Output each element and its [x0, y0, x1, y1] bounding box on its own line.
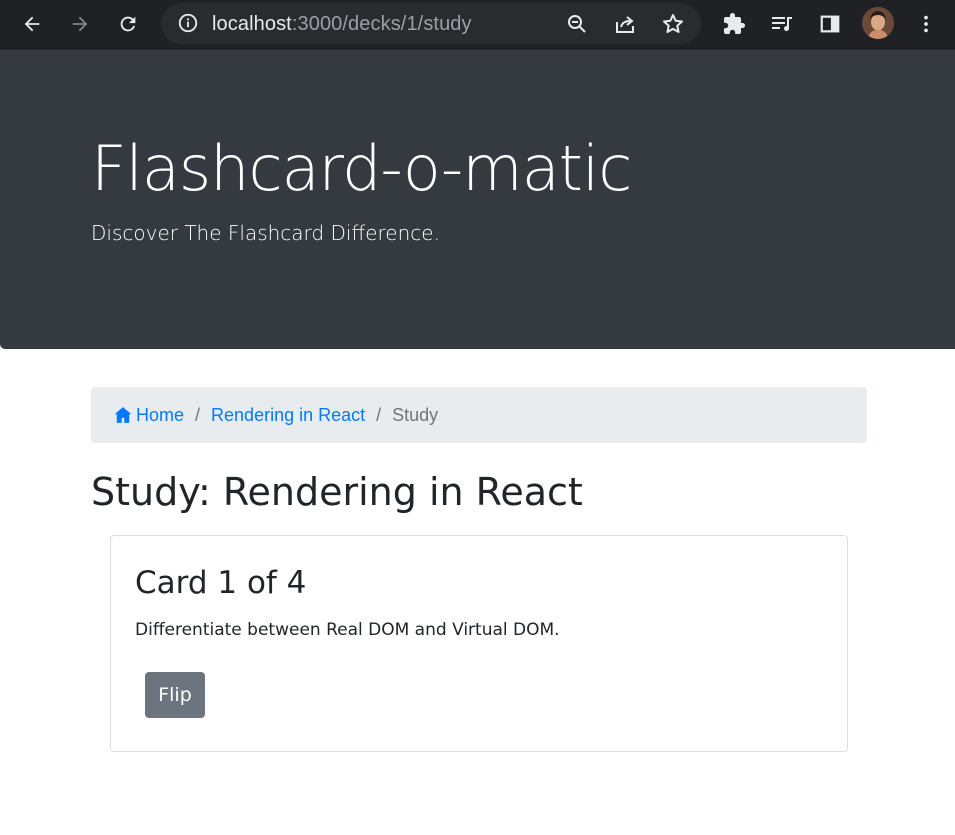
- address-bar[interactable]: localhost:3000/decks/1/study: [161, 3, 701, 44]
- breadcrumb-home-link[interactable]: Home: [113, 405, 184, 426]
- card-front-text: Differentiate between Real DOM and Virtu…: [135, 620, 560, 640]
- zoom-icon[interactable]: [565, 12, 589, 36]
- back-button[interactable]: [17, 9, 47, 39]
- breadcrumb: Home / Rendering in React / Study: [91, 387, 867, 443]
- forward-button[interactable]: [65, 9, 95, 39]
- media-control-icon: [772, 17, 792, 31]
- extensions-button[interactable]: [719, 9, 749, 39]
- app-subtitle: Discover The Flashcard Difference.: [91, 221, 440, 245]
- side-panel-button[interactable]: [815, 9, 845, 39]
- site-info-icon[interactable]: [177, 12, 199, 34]
- breadcrumb-separator: /: [376, 404, 382, 425]
- app-title: Flashcard-o-matic: [91, 132, 632, 205]
- menu-icon: [924, 15, 928, 33]
- header-jumbotron: Flashcard-o-matic Discover The Flashcard…: [0, 51, 955, 349]
- side-panel-icon: [820, 15, 840, 33]
- forward-icon: [72, 16, 88, 32]
- back-icon: [24, 16, 40, 32]
- bookmark-star-icon[interactable]: [661, 12, 685, 36]
- browser-menu-button[interactable]: [911, 9, 941, 39]
- url-text[interactable]: localhost:3000/decks/1/study: [212, 13, 472, 36]
- breadcrumb-current: Study: [392, 404, 439, 425]
- reload-button[interactable]: [113, 9, 143, 39]
- home-icon: [114, 407, 132, 423]
- breadcrumb-separator: /: [195, 404, 201, 425]
- extensions-icon: [724, 13, 745, 34]
- breadcrumb-deck-link[interactable]: Rendering in React: [211, 405, 365, 426]
- flip-button[interactable]: Flip: [145, 672, 205, 718]
- card-title: Card 1 of 4: [135, 565, 307, 601]
- browser-toolbar: localhost:3000/decks/1/study: [0, 0, 955, 51]
- profile-avatar[interactable]: [862, 7, 894, 39]
- page-title: Study: Rendering in React: [91, 470, 583, 514]
- reload-icon: [120, 16, 136, 32]
- share-icon[interactable]: [613, 12, 637, 36]
- url-host: localhost: [212, 13, 292, 35]
- url-path: :3000/decks/1/study: [291, 13, 472, 35]
- media-control-button[interactable]: [767, 9, 797, 39]
- breadcrumb-home-label: Home: [136, 404, 185, 425]
- flashcard: Card 1 of 4 Differentiate between Real D…: [110, 535, 848, 752]
- profile-photo-icon: [862, 7, 894, 39]
